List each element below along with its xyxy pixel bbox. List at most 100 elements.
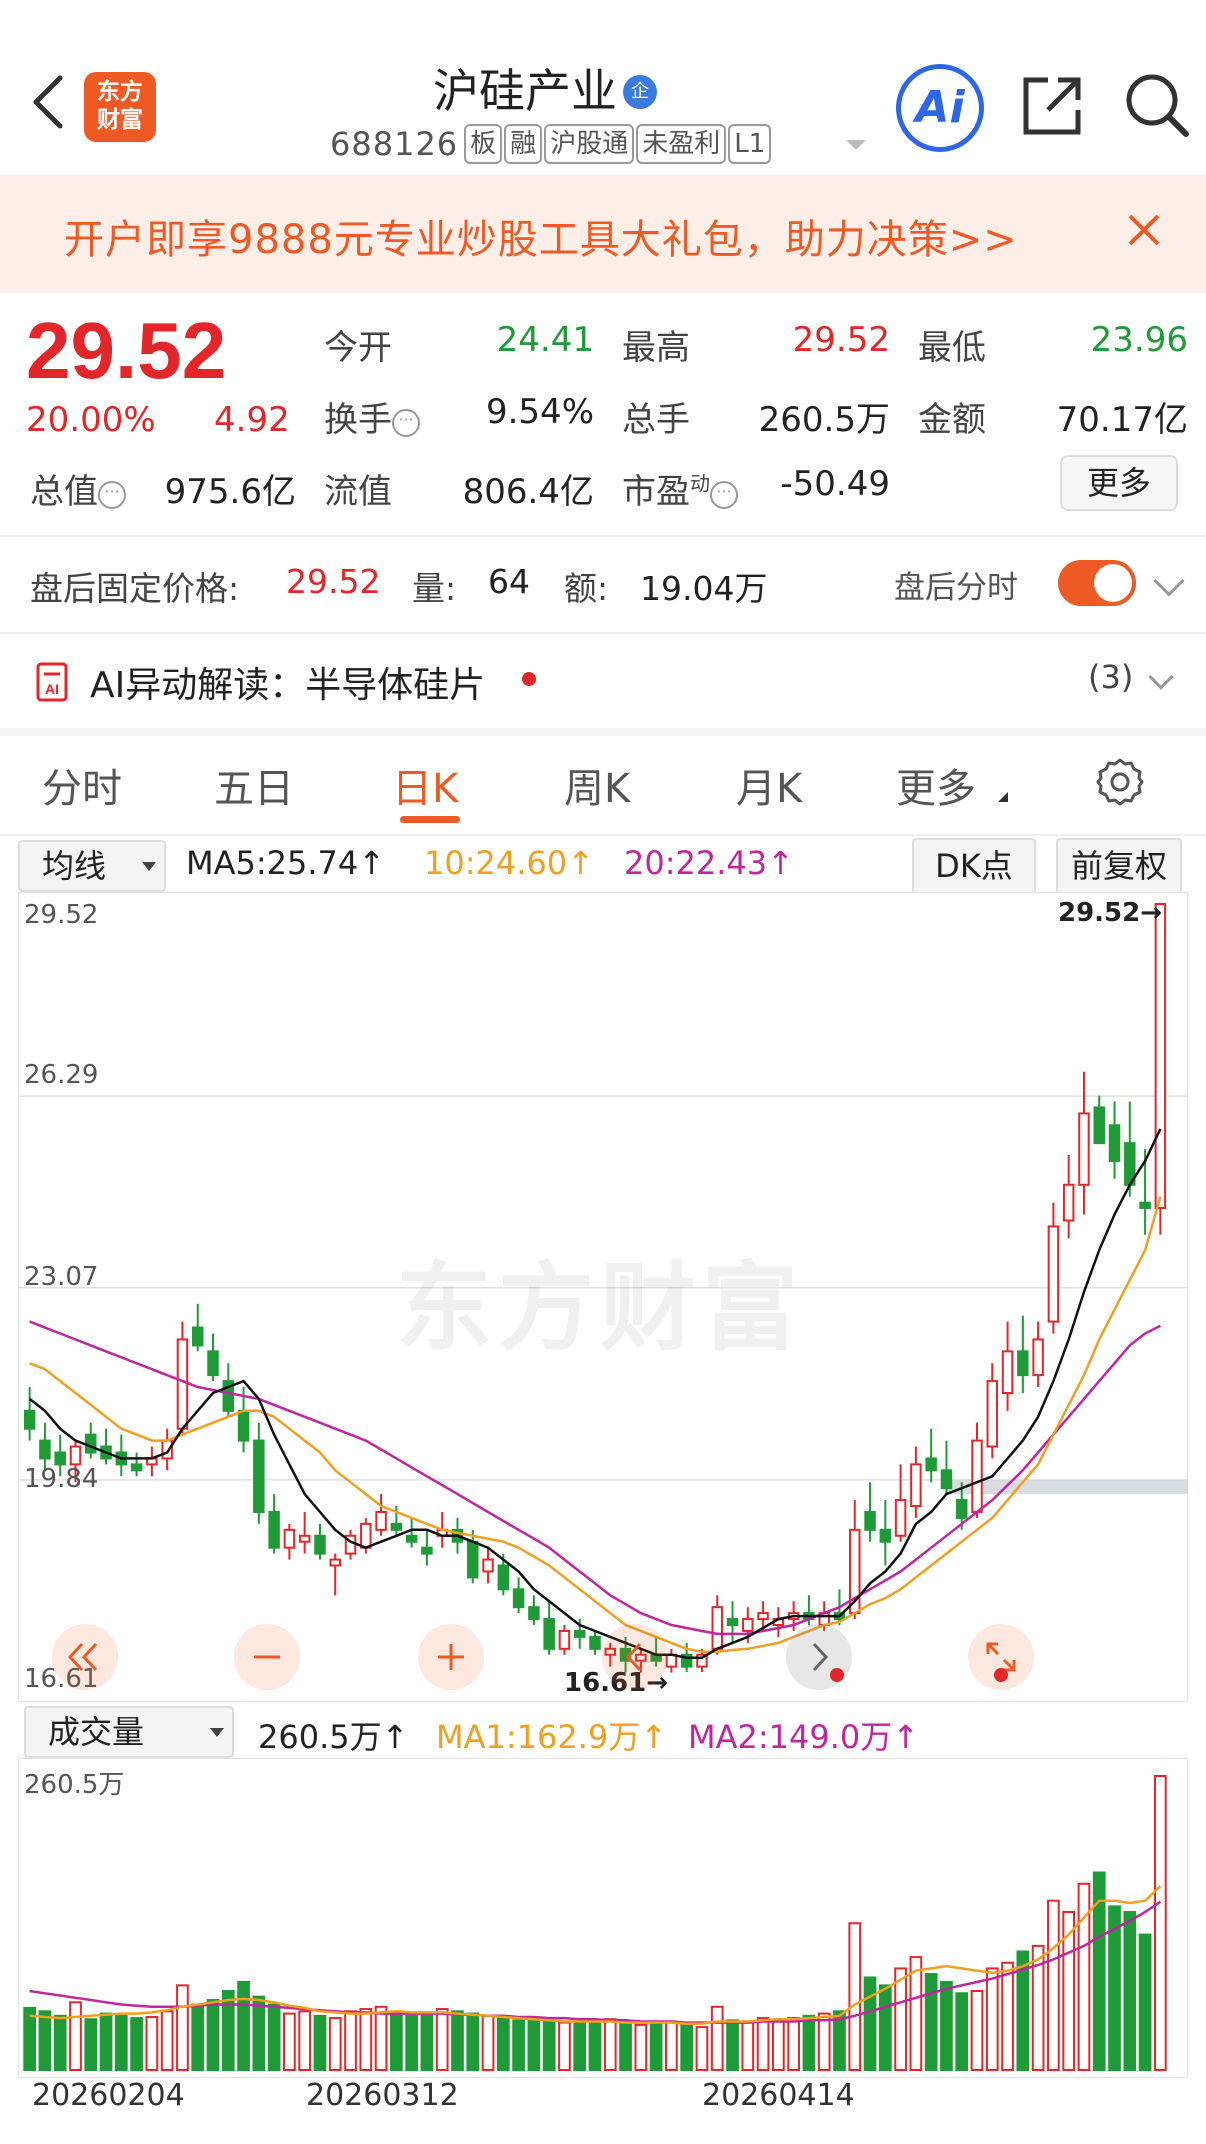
volume-bar — [603, 2018, 617, 2071]
tag-margin: 融 — [504, 124, 543, 164]
ai-insight-text[interactable]: AI异动解读：半导体硅片 — [90, 656, 485, 708]
volume-bar — [695, 2026, 709, 2072]
vol-ma2-legend: MA2:149.0万↑ — [688, 1718, 920, 1756]
volume-value: 260.5万 — [758, 400, 890, 440]
volume-bar — [1001, 1961, 1014, 2071]
volume-bar — [848, 1922, 862, 2071]
volume-bar — [772, 2019, 785, 2071]
candle-body — [1062, 1183, 1075, 1222]
scroll-left-button[interactable] — [52, 1624, 118, 1690]
ai-insight-count[interactable]: (3) — [1088, 658, 1133, 696]
zoom-in-button[interactable] — [418, 1624, 484, 1690]
after-hours-amount: 19.04万 — [640, 569, 768, 608]
indicator-dropdown[interactable]: 均线 — [18, 840, 166, 892]
tab-intraday[interactable]: 分时 — [42, 756, 122, 814]
candle-body — [375, 1510, 387, 1531]
tag-unprofitable: 未盈利 — [636, 124, 727, 164]
dropdown-arrow-icon — [142, 862, 156, 871]
candle-body — [54, 1451, 66, 1466]
mktcap-value: 975.6亿 — [164, 472, 296, 512]
candle-body — [191, 1326, 204, 1347]
info-icon[interactable]: ··· — [392, 409, 420, 437]
volume-bar — [558, 2021, 571, 2071]
after-hours-row: 盘后固定价格: 29.52 量: 64 额: 19.04万 盘后分时 — [0, 540, 1206, 630]
volume-bar — [481, 2014, 495, 2071]
scroll-next-button[interactable] — [786, 1624, 852, 1690]
volume-indicator-dropdown[interactable]: 成交量 — [24, 1706, 234, 1758]
code-expand-icon[interactable] — [846, 140, 866, 150]
candle-body — [955, 1499, 968, 1519]
candle-body — [176, 1338, 189, 1430]
divider — [0, 728, 1206, 736]
volume-bar — [114, 2014, 128, 2071]
tab-more[interactable]: 更多 — [896, 756, 976, 814]
candle-body — [69, 1445, 82, 1466]
divider — [0, 632, 1206, 634]
last-price: 29.52 — [26, 306, 227, 395]
volume-bar — [970, 1989, 984, 2071]
share-icon[interactable] — [1018, 70, 1088, 140]
after-hours-toggle[interactable] — [1058, 560, 1136, 606]
candle-body — [497, 1564, 510, 1591]
gear-icon[interactable] — [1094, 756, 1146, 808]
active-tab-indicator — [400, 816, 460, 823]
after-hours-volume-label: 量: — [412, 569, 457, 608]
volume-label: 总手 — [622, 400, 690, 440]
volume-bar — [328, 2017, 342, 2071]
candle-body — [940, 1469, 953, 1490]
volume-bar — [283, 2012, 296, 2071]
volume-bar — [924, 1973, 938, 2071]
candle-body — [925, 1457, 937, 1472]
candle-body — [726, 1618, 739, 1627]
ai-assistant-button[interactable]: Ai — [896, 64, 984, 152]
minus-icon — [254, 1655, 280, 1659]
candle-body — [298, 1534, 311, 1543]
candle-body — [864, 1510, 876, 1531]
price-axis-label: 19.84 — [24, 1464, 99, 1494]
notification-dot — [830, 1668, 844, 1682]
tab-weekly-k[interactable]: 周K — [564, 756, 630, 814]
info-icon[interactable]: ··· — [98, 481, 126, 509]
volume-bar — [252, 1995, 266, 2071]
info-icon[interactable]: ··· — [710, 481, 738, 509]
tab-monthly-k[interactable]: 月K — [736, 756, 802, 814]
stock-code: 688126 — [330, 125, 459, 163]
volume-chart[interactable] — [18, 1758, 1188, 2078]
dk-points-button[interactable]: DK点 — [912, 838, 1036, 894]
back-arrow-icon[interactable] — [26, 72, 70, 132]
tab-daily-k[interactable]: 日K — [392, 756, 458, 814]
more-quote-button[interactable]: 更多 — [1060, 455, 1178, 511]
volume-bar — [665, 2020, 678, 2071]
notification-dot — [994, 1668, 1008, 1682]
svg-text:AI: AI — [45, 681, 59, 697]
volume-bar — [53, 2014, 67, 2071]
zoom-out-button[interactable] — [234, 1624, 300, 1690]
tab-five-day[interactable]: 五日 — [214, 756, 294, 814]
volume-bar — [619, 2021, 632, 2071]
candle-body — [23, 1409, 36, 1430]
adjust-price-button[interactable]: 前复权 — [1056, 838, 1182, 894]
search-icon[interactable] — [1122, 70, 1192, 140]
indicator-dropdown-label: 均线 — [42, 847, 107, 885]
candle-body — [329, 1558, 341, 1567]
scroll-prev-button[interactable] — [602, 1624, 668, 1690]
double-chevron-left-icon — [67, 1642, 98, 1672]
after-hours-amount-label: 额: — [564, 569, 609, 608]
volume-bar — [573, 2020, 587, 2071]
candle-body — [1032, 1338, 1044, 1377]
candle-body — [573, 1629, 586, 1638]
volume-bar — [1154, 1775, 1167, 2071]
close-icon[interactable] — [1124, 210, 1164, 250]
candle-body — [543, 1618, 555, 1650]
candle-body — [207, 1350, 219, 1377]
candle-body — [360, 1522, 372, 1549]
volume-bar — [313, 2014, 327, 2071]
volume-bar — [145, 2015, 159, 2071]
volume-bar — [435, 2008, 449, 2071]
more-dropdown-icon — [998, 792, 1008, 802]
promo-banner[interactable]: 开户即享9888元专业炒股工具大礼包，助力决策>> — [0, 175, 1206, 293]
tag-level: L1 — [728, 124, 772, 164]
volume-bar — [451, 2010, 464, 2072]
promo-text[interactable]: 开户即享9888元专业炒股工具大礼包，助力决策>> — [64, 207, 1018, 265]
candle-body — [130, 1463, 143, 1472]
